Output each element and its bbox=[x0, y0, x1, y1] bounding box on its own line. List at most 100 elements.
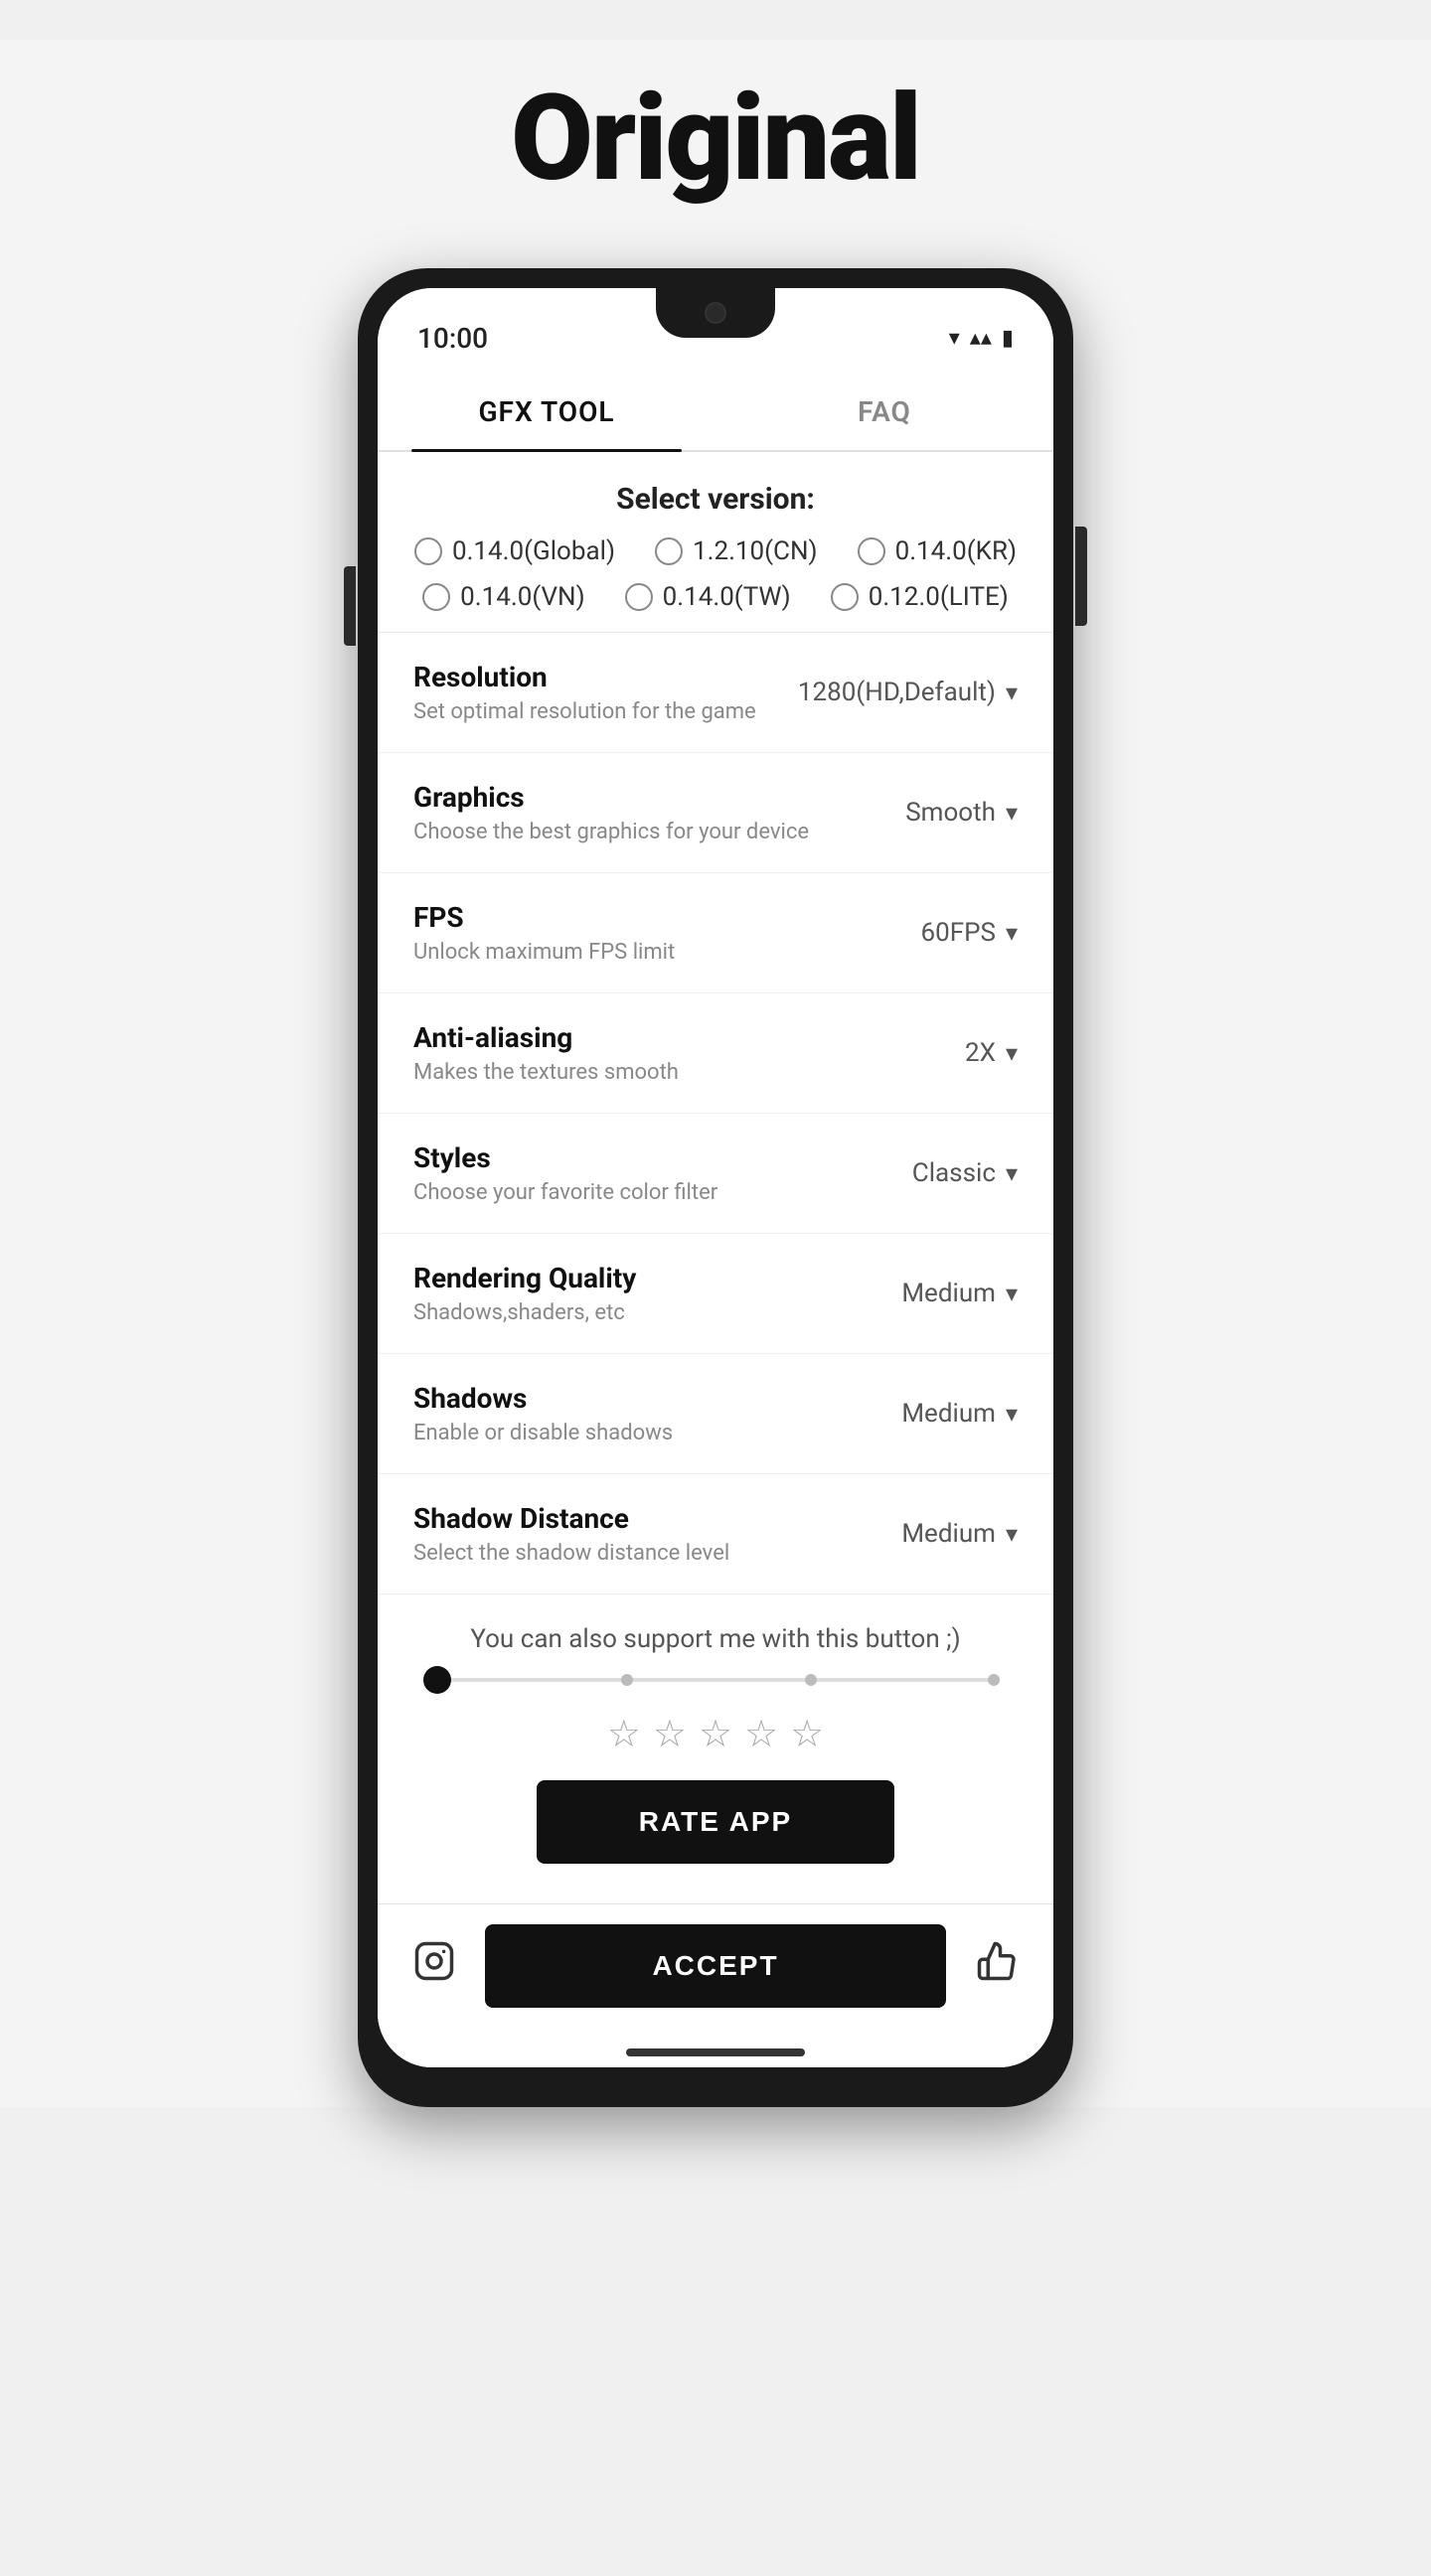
status-icons: ▾ ▴▴ ▮ bbox=[949, 326, 1014, 351]
slider-dot-3 bbox=[988, 1674, 1000, 1686]
setting-resolution-desc: Set optimal resolution for the game bbox=[413, 699, 798, 724]
instagram-icon[interactable] bbox=[413, 1940, 455, 1992]
signal-icon: ▴▴ bbox=[970, 326, 992, 351]
stars-row[interactable]: ☆ ☆ ☆ ☆ ☆ bbox=[417, 1712, 1014, 1756]
setting-styles-labels: Styles Choose your favorite color filter bbox=[413, 1141, 839, 1205]
star-1[interactable]: ☆ bbox=[607, 1712, 641, 1756]
version-cn[interactable]: 1.2.10(CN) bbox=[655, 536, 818, 566]
rate-app-button[interactable]: RATE APP bbox=[537, 1780, 894, 1864]
setting-antialiasing-value[interactable]: 2X ▾ bbox=[839, 1038, 1018, 1068]
version-cn-label: 1.2.10(CN) bbox=[693, 536, 818, 566]
setting-shadows-value[interactable]: Medium ▾ bbox=[839, 1399, 1018, 1429]
setting-styles-title: Styles bbox=[413, 1141, 839, 1174]
version-vn-label: 0.14.0(VN) bbox=[460, 582, 584, 612]
version-section: Select version: 0.14.0(Global) 1.2.10(CN… bbox=[378, 452, 1053, 632]
resolution-value-text: 1280(HD,Default) bbox=[798, 678, 996, 707]
shadows-dropdown-icon: ▾ bbox=[1006, 1400, 1018, 1428]
slider-track[interactable] bbox=[437, 1678, 994, 1682]
setting-graphics-labels: Graphics Choose the best graphics for yo… bbox=[413, 781, 839, 844]
setting-fps-desc: Unlock maximum FPS limit bbox=[413, 940, 839, 965]
setting-shadows-labels: Shadows Enable or disable shadows bbox=[413, 1382, 839, 1445]
thumbsup-icon[interactable] bbox=[976, 1940, 1018, 1992]
battery-icon: ▮ bbox=[1002, 326, 1014, 351]
phone-screen: 10:00 ▾ ▴▴ ▮ GFX TOOL FAQ Select v bbox=[378, 288, 1053, 2067]
radio-global[interactable] bbox=[414, 537, 442, 565]
setting-rendering-value[interactable]: Medium ▾ bbox=[839, 1279, 1018, 1308]
main-content: Select version: 0.14.0(Global) 1.2.10(CN… bbox=[378, 452, 1053, 2067]
radio-tw[interactable] bbox=[625, 583, 653, 611]
setting-resolution-title: Resolution bbox=[413, 661, 798, 693]
setting-resolution-value[interactable]: 1280(HD,Default) ▾ bbox=[798, 678, 1018, 707]
version-global[interactable]: 0.14.0(Global) bbox=[414, 536, 615, 566]
status-bar: 10:00 ▾ ▴▴ ▮ bbox=[378, 288, 1053, 368]
version-radios: 0.14.0(Global) 1.2.10(CN) 0.14.0(KR) bbox=[407, 536, 1024, 612]
slider-thumb[interactable] bbox=[423, 1666, 451, 1694]
page-wrapper: Original 10:00 ▾ ▴▴ ▮ GFX TOOL FAQ bbox=[0, 40, 1431, 2107]
setting-styles-value[interactable]: Classic ▾ bbox=[839, 1158, 1018, 1188]
version-tw[interactable]: 0.14.0(TW) bbox=[625, 582, 791, 612]
star-3[interactable]: ☆ bbox=[699, 1712, 732, 1756]
radio-lite[interactable] bbox=[831, 583, 859, 611]
setting-shadow-distance-value[interactable]: Medium ▾ bbox=[839, 1519, 1018, 1549]
setting-fps: FPS Unlock maximum FPS limit 60FPS ▾ bbox=[378, 873, 1053, 993]
setting-shadows-desc: Enable or disable shadows bbox=[413, 1421, 839, 1445]
setting-styles: Styles Choose your favorite color filter… bbox=[378, 1114, 1053, 1234]
setting-shadow-distance-title: Shadow Distance bbox=[413, 1502, 839, 1535]
support-text: You can also support me with this button… bbox=[417, 1624, 1014, 1654]
bottom-bar: ACCEPT bbox=[378, 1903, 1053, 2038]
radio-vn[interactable] bbox=[422, 583, 450, 611]
rendering-dropdown-icon: ▾ bbox=[1006, 1280, 1018, 1307]
tabs-bar: GFX TOOL FAQ bbox=[378, 368, 1053, 452]
styles-dropdown-icon: ▾ bbox=[1006, 1159, 1018, 1187]
setting-shadows: Shadows Enable or disable shadows Medium… bbox=[378, 1354, 1053, 1474]
styles-value-text: Classic bbox=[912, 1158, 996, 1188]
setting-resolution: Resolution Set optimal resolution for th… bbox=[378, 633, 1053, 753]
setting-graphics-desc: Choose the best graphics for your device bbox=[413, 820, 839, 844]
graphics-dropdown-icon: ▾ bbox=[1006, 799, 1018, 827]
setting-antialiasing-title: Anti-aliasing bbox=[413, 1021, 839, 1054]
notch bbox=[656, 288, 775, 338]
accept-button[interactable]: ACCEPT bbox=[485, 1924, 946, 2008]
version-lite-label: 0.12.0(LITE) bbox=[869, 582, 1009, 612]
setting-rendering-desc: Shadows,shaders, etc bbox=[413, 1300, 839, 1325]
setting-graphics: Graphics Choose the best graphics for yo… bbox=[378, 753, 1053, 873]
setting-antialiasing: Anti-aliasing Makes the textures smooth … bbox=[378, 993, 1053, 1114]
support-section: You can also support me with this button… bbox=[378, 1594, 1053, 1903]
setting-shadows-title: Shadows bbox=[413, 1382, 839, 1415]
version-kr[interactable]: 0.14.0(KR) bbox=[858, 536, 1017, 566]
setting-styles-desc: Choose your favorite color filter bbox=[413, 1180, 839, 1205]
setting-graphics-value[interactable]: Smooth ▾ bbox=[839, 798, 1018, 828]
star-4[interactable]: ☆ bbox=[744, 1712, 778, 1756]
radio-kr[interactable] bbox=[858, 537, 885, 565]
fps-dropdown-icon: ▾ bbox=[1006, 919, 1018, 947]
star-5[interactable]: ☆ bbox=[790, 1712, 824, 1756]
slider-container[interactable] bbox=[437, 1678, 994, 1682]
radio-cn[interactable] bbox=[655, 537, 683, 565]
settings-list: Resolution Set optimal resolution for th… bbox=[378, 632, 1053, 1594]
status-time: 10:00 bbox=[417, 322, 488, 355]
shadow-distance-value-text: Medium bbox=[901, 1519, 996, 1549]
setting-fps-labels: FPS Unlock maximum FPS limit bbox=[413, 901, 839, 965]
tab-gfx-tool[interactable]: GFX TOOL bbox=[378, 368, 716, 450]
wifi-icon: ▾ bbox=[949, 326, 960, 351]
slider-dot-1 bbox=[621, 1674, 633, 1686]
version-lite[interactable]: 0.12.0(LITE) bbox=[831, 582, 1009, 612]
setting-rendering-quality: Rendering Quality Shadows,shaders, etc M… bbox=[378, 1234, 1053, 1354]
setting-resolution-labels: Resolution Set optimal resolution for th… bbox=[413, 661, 798, 724]
star-2[interactable]: ☆ bbox=[653, 1712, 687, 1756]
version-global-label: 0.14.0(Global) bbox=[452, 536, 615, 566]
setting-antialiasing-labels: Anti-aliasing Makes the textures smooth bbox=[413, 1021, 839, 1085]
shadows-value-text: Medium bbox=[901, 1399, 996, 1429]
version-kr-label: 0.14.0(KR) bbox=[895, 536, 1017, 566]
tab-faq[interactable]: FAQ bbox=[716, 368, 1053, 450]
version-section-title: Select version: bbox=[407, 482, 1024, 517]
setting-rendering-labels: Rendering Quality Shadows,shaders, etc bbox=[413, 1262, 839, 1325]
home-bar bbox=[626, 2048, 805, 2056]
setting-fps-title: FPS bbox=[413, 901, 839, 934]
page-title: Original bbox=[511, 70, 920, 209]
antialiasing-dropdown-icon: ▾ bbox=[1006, 1039, 1018, 1067]
version-vn[interactable]: 0.14.0(VN) bbox=[422, 582, 584, 612]
antialiasing-value-text: 2X bbox=[965, 1038, 996, 1068]
graphics-value-text: Smooth bbox=[905, 798, 996, 828]
setting-fps-value[interactable]: 60FPS ▾ bbox=[839, 918, 1018, 948]
